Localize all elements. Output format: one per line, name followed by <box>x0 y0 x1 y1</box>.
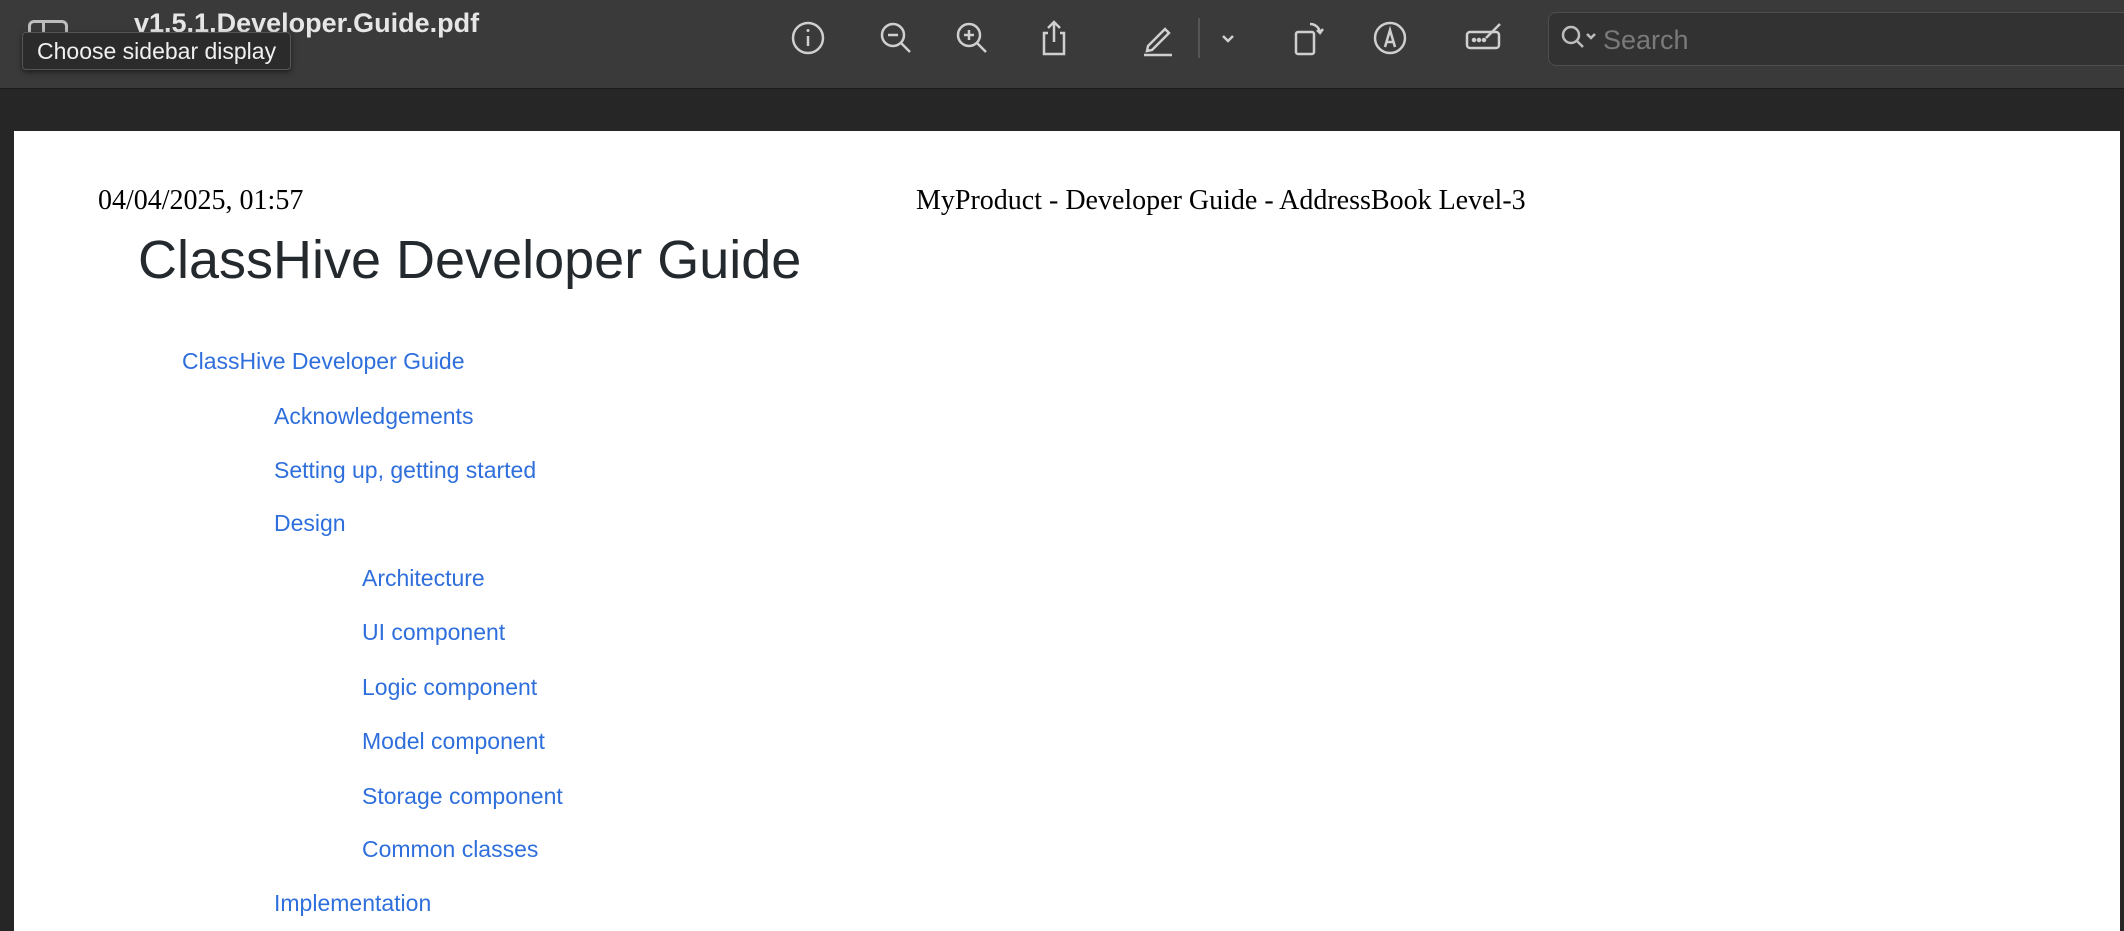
toc-link-classhive-developer-guide[interactable]: ClassHive Developer Guide <box>182 348 465 375</box>
highlight-icon[interactable] <box>1134 14 1182 62</box>
share-icon[interactable] <box>1030 14 1078 62</box>
zoom-in-icon[interactable] <box>948 14 996 62</box>
markup-icon[interactable] <box>1366 14 1414 62</box>
search-input[interactable] <box>1601 19 2105 61</box>
page-title: ClassHive Developer Guide <box>138 230 802 290</box>
print-title: MyProduct - Developer Guide - AddressBoo… <box>916 185 1526 216</box>
sidebar-tooltip: Choose sidebar display <box>22 32 292 70</box>
toolbar-separator <box>1198 18 1200 58</box>
toc-link-design[interactable]: Design <box>274 510 346 537</box>
pdf-page: 04/04/2025, 01:57 MyProduct - Developer … <box>14 131 2120 931</box>
toolbar: v1.5.1.Developer.Guide.pdf Choose sideba… <box>0 0 2124 89</box>
form-fill-icon[interactable] <box>1460 14 1508 62</box>
toc-link-storage-component[interactable]: Storage component <box>362 783 563 810</box>
chevron-down-icon[interactable] <box>1204 14 1252 62</box>
search-icon <box>1561 25 1596 48</box>
toc-link-acknowledgements[interactable]: Acknowledgements <box>274 403 473 430</box>
toc-link-implementation[interactable]: Implementation <box>274 890 431 917</box>
search-field[interactable] <box>1548 12 2124 66</box>
toc-link-model-component[interactable]: Model component <box>362 728 545 755</box>
toc-link-common-classes[interactable]: Common classes <box>362 836 538 863</box>
toc-link-ui-component[interactable]: UI component <box>362 619 505 646</box>
print-date: 04/04/2025, 01:57 <box>98 185 304 216</box>
toc-link-setting-up[interactable]: Setting up, getting started <box>274 457 536 484</box>
toc-link-logic-component[interactable]: Logic component <box>362 674 537 701</box>
zoom-out-icon[interactable] <box>872 14 920 62</box>
toc-link-architecture[interactable]: Architecture <box>362 565 485 592</box>
rotate-icon[interactable] <box>1284 14 1332 62</box>
info-icon[interactable] <box>784 14 832 62</box>
